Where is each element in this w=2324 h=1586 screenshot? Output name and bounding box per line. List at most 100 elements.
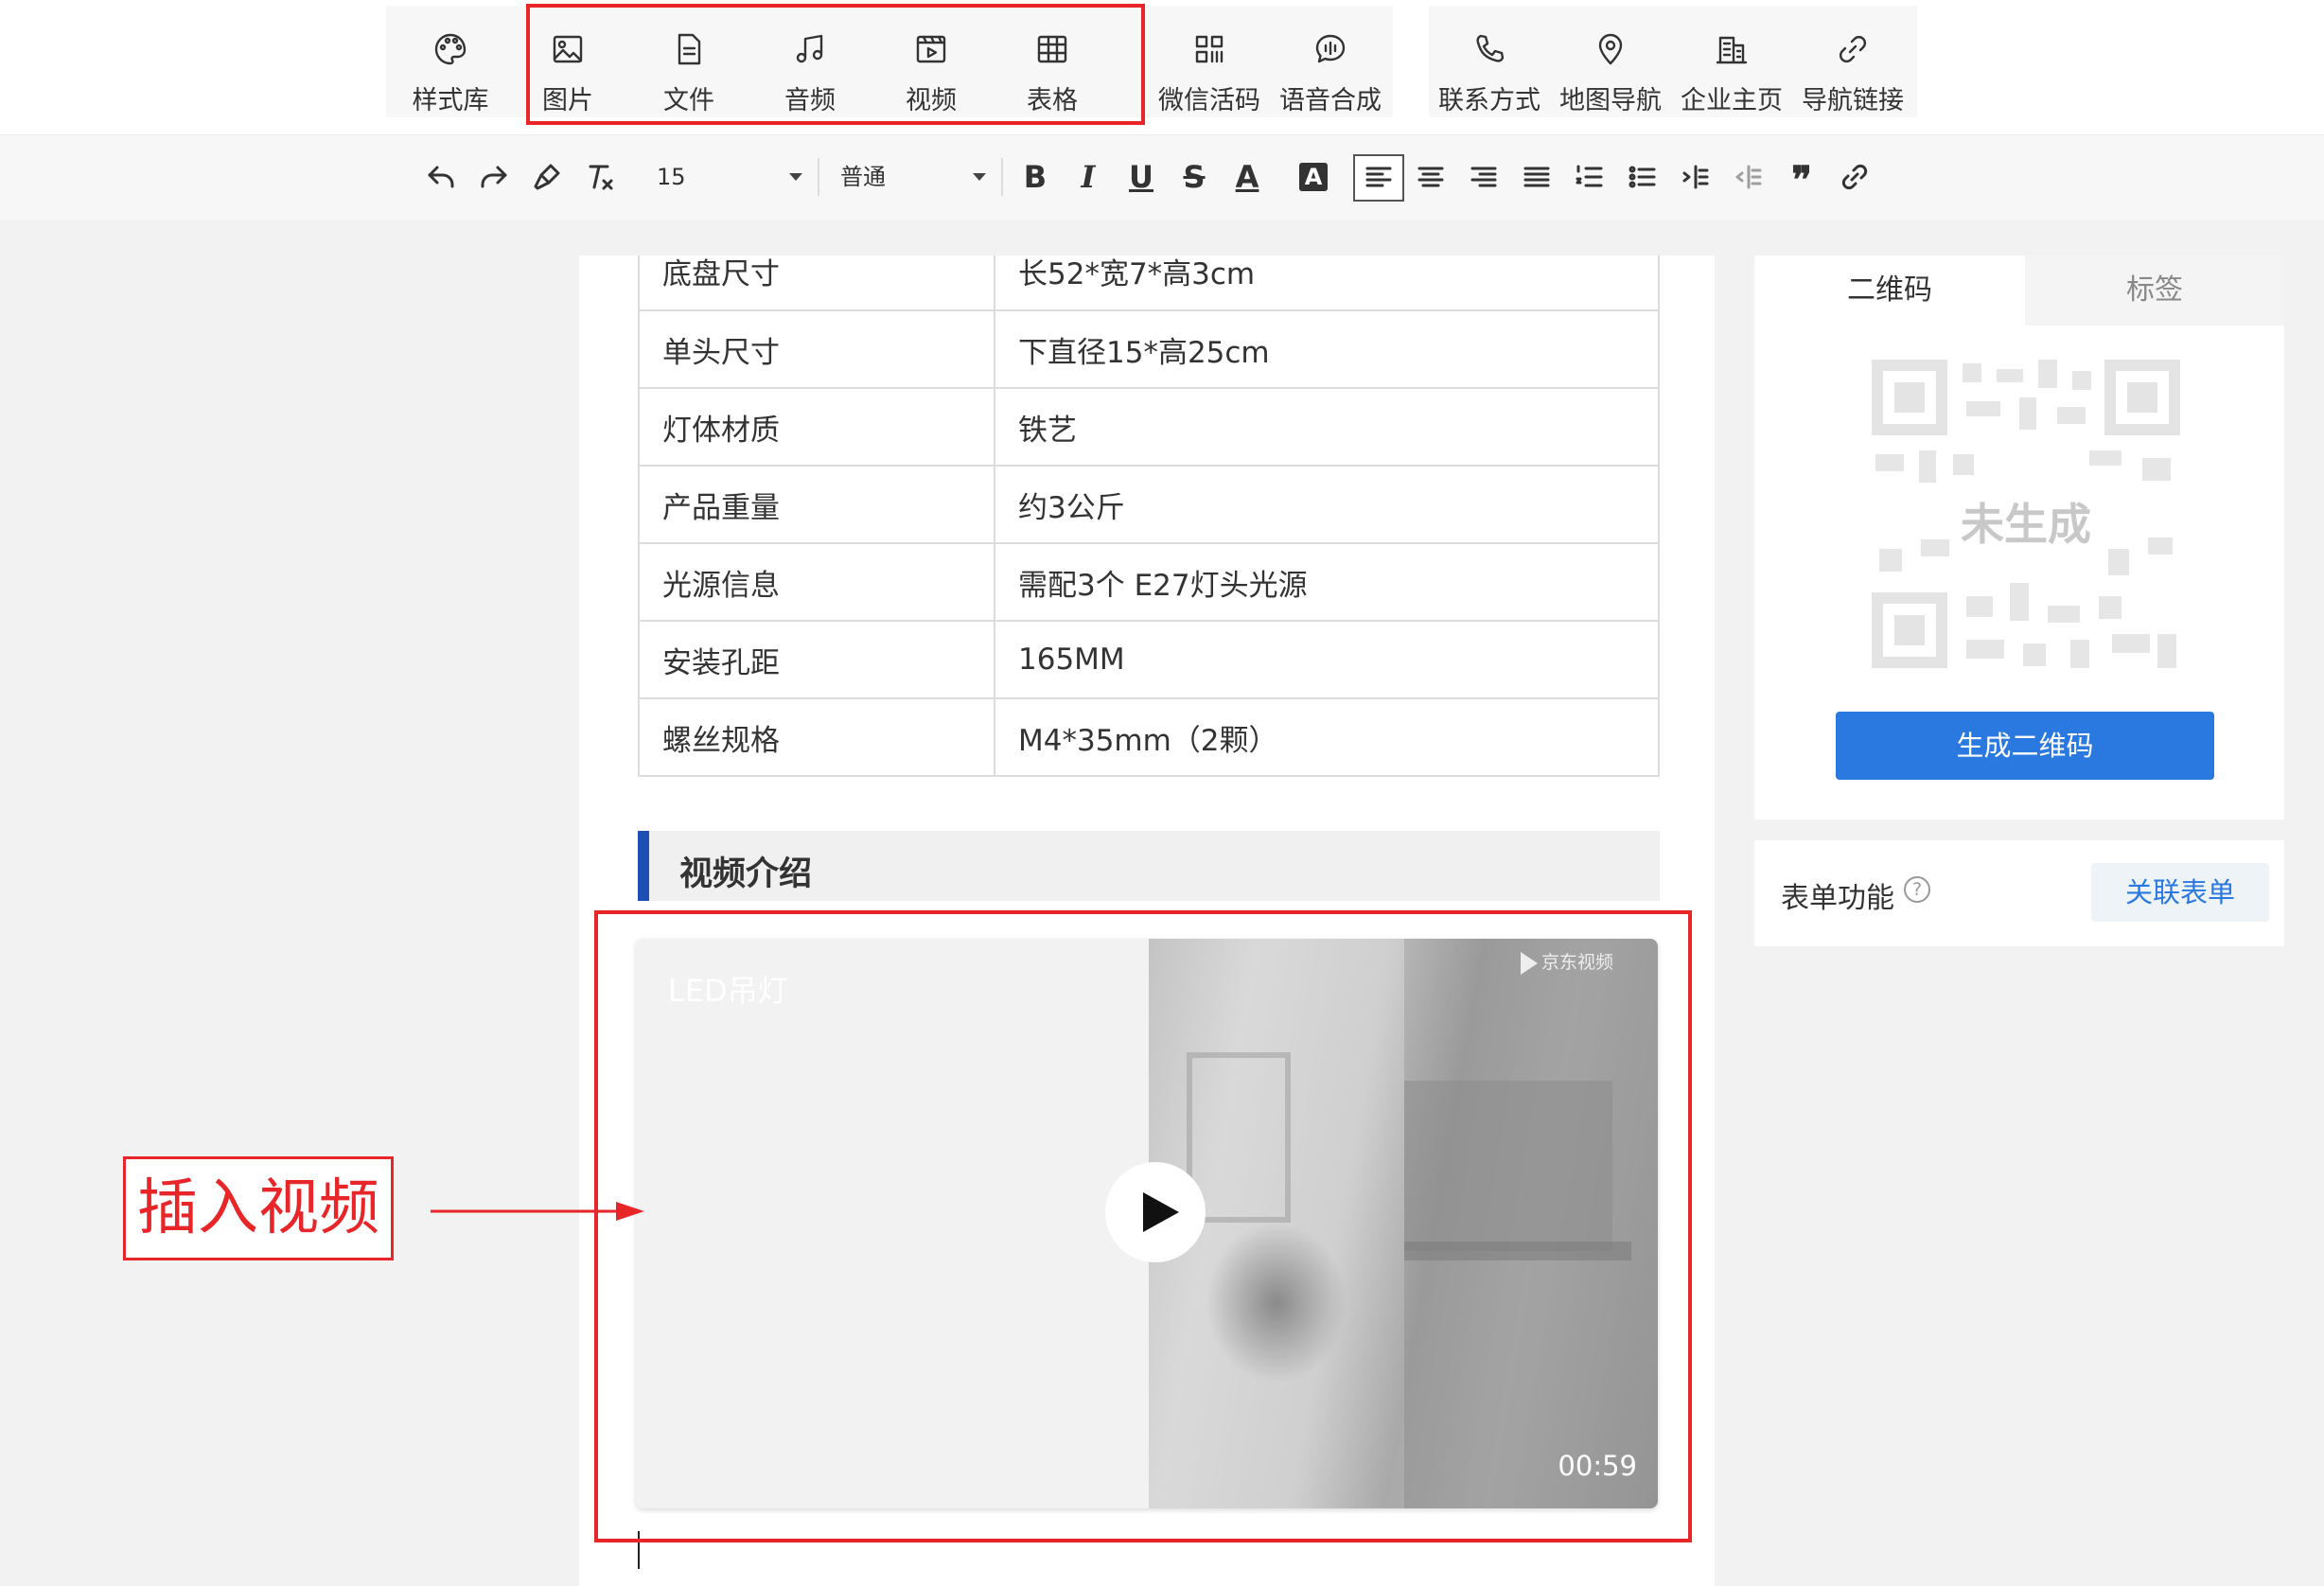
toolbar-divider	[818, 158, 819, 196]
help-icon[interactable]: ?	[1904, 876, 1930, 903]
bullet-list-button[interactable]	[1622, 156, 1664, 198]
spec-key-cell[interactable]: 单头尺寸	[638, 309, 995, 389]
map-nav-label: 地图导航	[1559, 86, 1662, 115]
spec-value-cell[interactable]: 铁艺	[994, 387, 1660, 467]
indent-icon	[1682, 165, 1709, 189]
format-toolbar: 15 普通 B I U S A A ❞	[0, 134, 2324, 220]
tab-tags[interactable]: 标签	[2025, 256, 2284, 326]
spec-value-cell[interactable]: 165MM	[994, 620, 1660, 699]
ordered-list-icon	[1576, 165, 1603, 187]
italic-button[interactable]: I	[1067, 156, 1109, 198]
bg-color-button[interactable]: A	[1293, 156, 1334, 198]
align-left-icon	[1365, 167, 1392, 187]
paragraph-style-value: 普通	[840, 164, 886, 190]
section-title: 视频介绍	[679, 855, 813, 893]
paragraph-style-select[interactable]: 普通	[840, 156, 986, 198]
clear-format-button[interactable]	[579, 156, 621, 198]
tab-qrcode[interactable]: 二维码	[1754, 256, 2025, 326]
company-home-button[interactable]: 企业主页	[1671, 6, 1792, 117]
annotation-arrow	[431, 1202, 644, 1221]
bold-button[interactable]: B	[1014, 156, 1056, 198]
undo-icon	[428, 166, 454, 188]
form-feature-title: 表单功能	[1781, 882, 1894, 915]
nav-link-label: 导航链接	[1802, 86, 1904, 115]
link-icon	[1834, 30, 1872, 68]
company-home-label: 企业主页	[1681, 86, 1783, 115]
brush-icon	[534, 164, 560, 190]
font-size-value: 15	[657, 164, 686, 190]
contact-label: 联系方式	[1438, 86, 1541, 115]
redo-button[interactable]	[473, 156, 515, 198]
align-right-button[interactable]	[1463, 156, 1505, 198]
section-accent-bar	[638, 831, 649, 901]
link-form-button[interactable]: 关联表单	[2091, 863, 2269, 922]
redo-icon	[481, 166, 507, 188]
align-justify-icon	[1523, 167, 1550, 187]
spec-key-cell[interactable]: 灯体材质	[638, 387, 995, 467]
table-row: 光源信息 需配3个 E27灯头光源	[638, 542, 1660, 622]
nav-link-button[interactable]: 导航链接	[1792, 6, 1913, 117]
qr-panel: 二维码 标签 未生成 生成二维码	[1754, 256, 2284, 819]
tts-label: 语音合成	[1279, 86, 1382, 115]
spec-value-cell[interactable]: M4*35mm（2颗）	[994, 697, 1660, 777]
toolbar-group-links: 联系方式 地图导航 企业主页 导航链接	[1429, 6, 1917, 117]
video-highlight-box	[594, 910, 1692, 1542]
table-row: 底盘尺寸 长52*宽7*高3cm	[638, 256, 1660, 311]
spec-value-cell[interactable]: 长52*宽7*高3cm	[994, 256, 1660, 311]
style-library-button[interactable]: 样式库	[390, 6, 511, 117]
align-justify-button[interactable]	[1516, 156, 1558, 198]
format-painter-button[interactable]	[526, 156, 568, 198]
font-color-button[interactable]: A	[1226, 156, 1268, 198]
align-left-button[interactable]	[1353, 154, 1404, 202]
palette-icon	[431, 30, 469, 68]
wechat-code-label: 微信活码	[1158, 86, 1260, 115]
qrcode-placeholder: 未生成	[1872, 360, 2180, 668]
spec-table[interactable]: 底盘尺寸 长52*宽7*高3cm 单头尺寸 下直径15*高25cm 灯体材质 铁艺 产品重量…	[638, 256, 1660, 777]
bg-color-icon: A	[1299, 163, 1328, 191]
style-library-label: 样式库	[412, 86, 489, 115]
chevron-down-icon	[789, 173, 802, 181]
qrcode-icon	[1190, 30, 1228, 68]
underline-button[interactable]: U	[1120, 156, 1162, 198]
table-row: 安装孔距 165MM	[638, 620, 1660, 699]
speech-bubble-icon	[1312, 30, 1349, 68]
outdent-icon	[1735, 165, 1762, 189]
spec-key-cell[interactable]: 螺丝规格	[638, 697, 995, 777]
chevron-down-icon	[973, 173, 986, 181]
ordered-list-button[interactable]	[1569, 156, 1611, 198]
table-row: 产品重量 约3公斤	[638, 465, 1660, 544]
quote-button[interactable]: ❞	[1781, 156, 1822, 203]
spec-key-cell[interactable]: 光源信息	[638, 542, 995, 622]
building-icon	[1713, 30, 1751, 68]
spec-value-cell[interactable]: 下直径15*高25cm	[994, 309, 1660, 389]
tts-button[interactable]: 语音合成	[1270, 6, 1391, 117]
spec-value-cell[interactable]: 需配3个 E27灯头光源	[994, 542, 1660, 622]
hyperlink-button[interactable]	[1834, 156, 1875, 198]
spec-key-cell[interactable]: 底盘尺寸	[638, 256, 995, 311]
phone-icon	[1470, 30, 1508, 68]
spec-value-cell[interactable]: 约3公斤	[994, 465, 1660, 544]
table-row: 单头尺寸 下直径15*高25cm	[638, 309, 1660, 389]
section-heading: 视频介绍	[638, 831, 1660, 901]
strikethrough-button[interactable]: S	[1173, 156, 1215, 198]
font-size-select[interactable]: 15	[657, 156, 802, 198]
align-center-button[interactable]	[1410, 156, 1452, 198]
toolbar-divider	[1001, 158, 1003, 196]
form-feature-panel: 表单功能 ? 关联表单	[1754, 840, 2284, 946]
annotation-label: 插入视频	[123, 1156, 394, 1260]
media-highlight-box	[526, 4, 1145, 125]
spec-key-cell[interactable]: 安装孔距	[638, 620, 995, 699]
contact-button[interactable]: 联系方式	[1429, 6, 1550, 117]
generate-qrcode-button[interactable]: 生成二维码	[1836, 712, 2214, 780]
spec-key-cell[interactable]: 产品重量	[638, 465, 995, 544]
align-right-icon	[1470, 167, 1497, 187]
align-center-icon	[1417, 167, 1444, 187]
indent-button[interactable]	[1675, 156, 1717, 198]
location-pin-icon	[1592, 30, 1629, 68]
clear-format-icon	[589, 165, 613, 190]
insert-toolbar: 样式库 图片 文件 音频 视频 表格 微信活码 语音合成 联系方式 地图导航 企…	[0, 0, 2324, 134]
map-nav-button[interactable]: 地图导航	[1550, 6, 1671, 117]
outdent-button[interactable]	[1728, 156, 1769, 198]
wechat-code-button[interactable]: 微信活码	[1149, 6, 1270, 117]
undo-button[interactable]	[420, 156, 462, 198]
